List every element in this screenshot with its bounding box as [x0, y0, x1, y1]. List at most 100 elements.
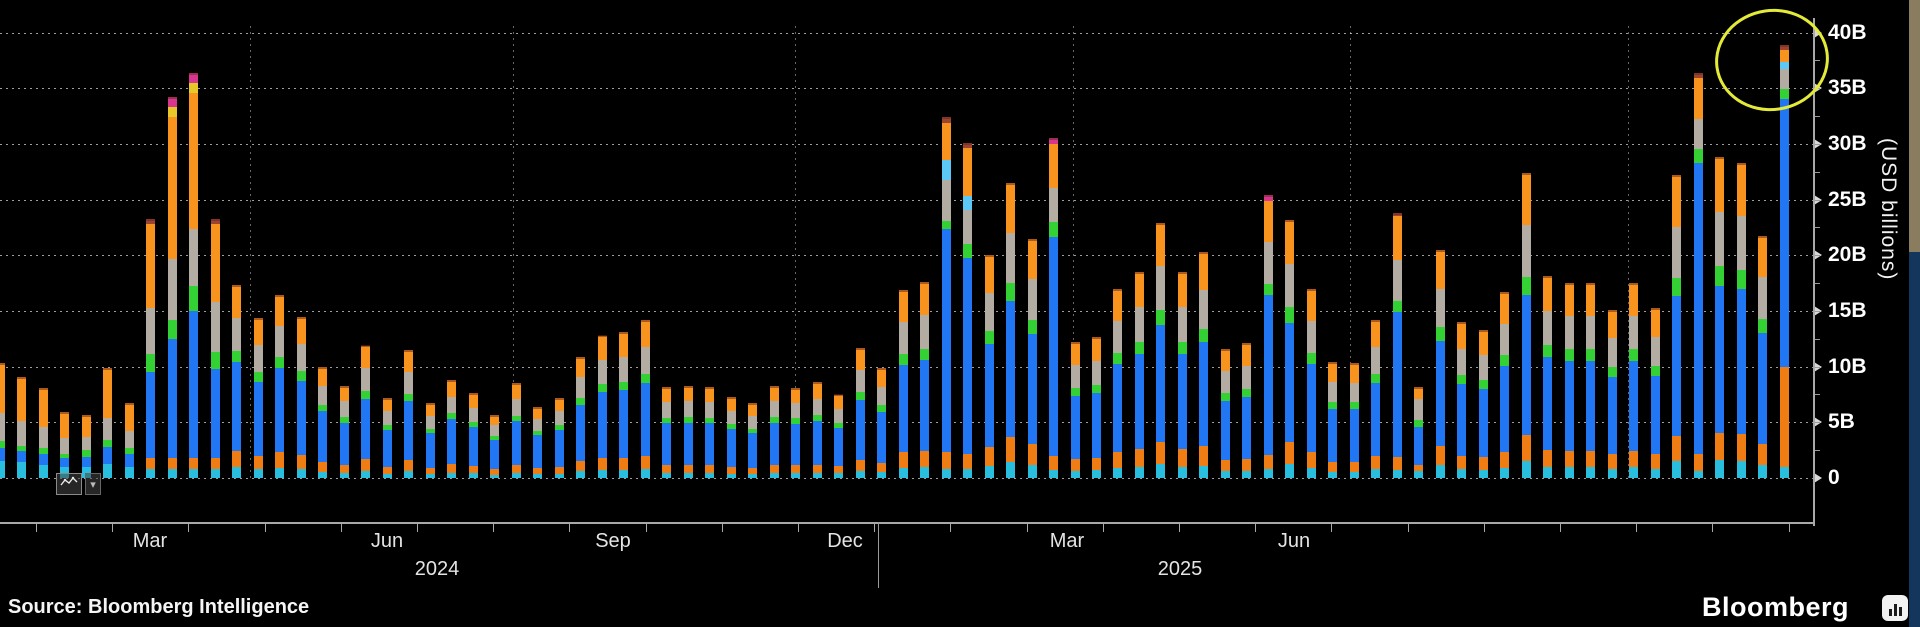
bar[interactable] — [1694, 73, 1703, 478]
bar[interactable] — [1049, 138, 1058, 478]
bar[interactable] — [641, 320, 650, 478]
bar[interactable] — [404, 350, 413, 478]
bar[interactable] — [1393, 213, 1402, 478]
bar[interactable] — [877, 368, 886, 478]
bar[interactable] — [1264, 195, 1273, 478]
bar[interactable] — [770, 386, 779, 478]
bar[interactable] — [1500, 292, 1509, 478]
bar[interactable] — [662, 387, 671, 478]
bar[interactable] — [813, 382, 822, 478]
bar[interactable] — [1307, 289, 1316, 478]
bar[interactable] — [469, 393, 478, 478]
bar[interactable] — [1737, 163, 1746, 478]
bar[interactable] — [1135, 272, 1144, 478]
bar[interactable] — [254, 318, 263, 478]
bar[interactable] — [1565, 283, 1574, 478]
bar[interactable] — [232, 285, 241, 478]
bar[interactable] — [1758, 236, 1767, 478]
chart-type-dropdown[interactable]: ▾ — [85, 473, 101, 495]
bar[interactable] — [1651, 308, 1660, 478]
bar[interactable] — [1221, 349, 1230, 478]
bar-segment-teal — [1071, 471, 1080, 478]
bar[interactable] — [1414, 387, 1423, 478]
bar[interactable] — [39, 388, 48, 478]
bar-segment-blue — [211, 369, 220, 458]
bar[interactable] — [1285, 220, 1294, 478]
bar[interactable] — [297, 317, 306, 478]
bar[interactable] — [1071, 342, 1080, 478]
bar-segment-teal — [641, 469, 650, 478]
bar[interactable] — [748, 403, 757, 478]
bar[interactable] — [17, 377, 26, 478]
bar[interactable] — [684, 386, 693, 478]
bar[interactable] — [361, 345, 370, 478]
highlight-ellipse[interactable] — [1708, 2, 1835, 119]
bar[interactable] — [576, 357, 585, 478]
bar-segment-orangeB — [1028, 444, 1037, 464]
bar[interactable] — [189, 73, 198, 478]
bar[interactable] — [1350, 363, 1359, 478]
bar[interactable] — [856, 348, 865, 478]
bar[interactable] — [963, 143, 972, 478]
bar[interactable] — [211, 219, 220, 478]
bar[interactable] — [727, 397, 736, 478]
bar[interactable] — [318, 367, 327, 478]
bar[interactable] — [1371, 320, 1380, 478]
bar[interactable] — [1178, 272, 1187, 478]
bar[interactable] — [1522, 173, 1531, 478]
bar[interactable] — [1457, 322, 1466, 478]
bar[interactable] — [619, 332, 628, 478]
bar[interactable] — [1586, 283, 1595, 478]
bar[interactable] — [1479, 330, 1488, 478]
bar[interactable] — [512, 383, 521, 478]
bar[interactable] — [1113, 289, 1122, 478]
bar[interactable] — [447, 380, 456, 478]
bar-segment-teal — [748, 474, 757, 478]
bar[interactable] — [383, 398, 392, 478]
bar[interactable] — [1328, 362, 1337, 478]
bar[interactable] — [103, 368, 112, 478]
bar[interactable] — [985, 255, 994, 478]
bar[interactable] — [60, 412, 69, 478]
bar[interactable] — [1629, 283, 1638, 478]
bar[interactable] — [1199, 252, 1208, 478]
bar[interactable] — [899, 290, 908, 478]
bar-segment-gray — [1629, 316, 1638, 349]
bar[interactable] — [275, 295, 284, 478]
bar[interactable] — [791, 388, 800, 478]
bar[interactable] — [125, 403, 134, 478]
bar[interactable] — [705, 387, 714, 478]
bar[interactable] — [1156, 223, 1165, 478]
bar[interactable] — [920, 282, 929, 478]
x-axis-tick — [1103, 524, 1104, 532]
bar-segment-teal — [1092, 470, 1101, 478]
bar[interactable] — [1092, 337, 1101, 478]
bar[interactable] — [82, 415, 91, 478]
bar[interactable] — [168, 97, 177, 478]
bar-segment-green — [275, 357, 284, 368]
bar[interactable] — [0, 363, 5, 478]
bar[interactable] — [1006, 183, 1015, 478]
bar[interactable] — [1436, 250, 1445, 478]
bar[interactable] — [1608, 310, 1617, 478]
bar[interactable] — [942, 117, 951, 478]
bar[interactable] — [1715, 157, 1724, 478]
bar-segment-blue — [1715, 286, 1724, 434]
bar[interactable] — [490, 415, 499, 478]
chart-type-button[interactable] — [56, 473, 82, 495]
bar[interactable] — [834, 394, 843, 478]
bar[interactable] — [1242, 343, 1251, 478]
bar[interactable] — [1543, 276, 1552, 478]
bar[interactable] — [533, 407, 542, 478]
bar[interactable] — [426, 403, 435, 478]
y-axis-tick-arrow — [1814, 473, 1822, 483]
bar[interactable] — [146, 219, 155, 478]
bar[interactable] — [598, 335, 607, 478]
bar[interactable] — [340, 386, 349, 478]
bar[interactable] — [1028, 239, 1037, 478]
bar-segment-teal — [1457, 469, 1466, 478]
bar[interactable] — [1672, 175, 1681, 478]
bar-segment-gray — [1092, 361, 1101, 385]
bar[interactable] — [555, 398, 564, 478]
bar-segment-teal — [1565, 467, 1574, 478]
